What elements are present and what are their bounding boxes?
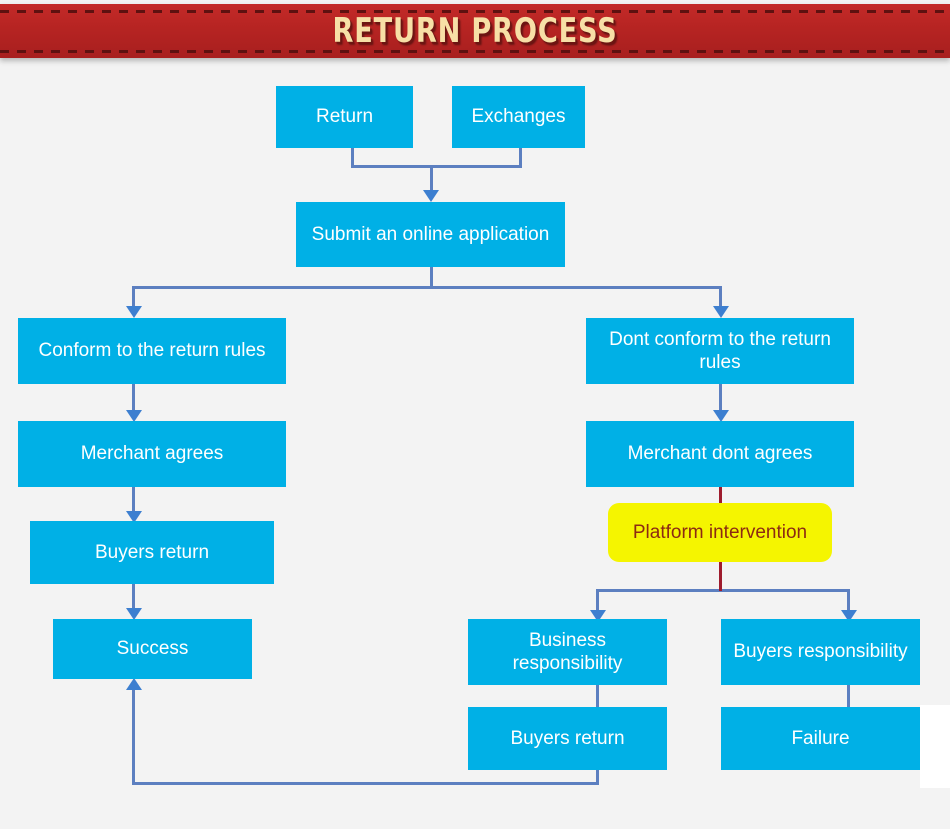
connector-split-bar [132,286,722,289]
flowchart-page: RETURN PROCESS Return Exchanges Submit a… [0,0,950,829]
node-conform-to-return-rules[interactable]: Conform to the return rules [18,318,286,384]
connector-merge-bar-top [351,165,522,168]
node-exchanges-label: Exchanges [471,106,566,128]
node-conform-label: Conform to the return rules [38,340,266,362]
node-buyers-responsibility-label: Buyers responsibility [733,641,908,663]
node-success-label: Success [116,638,189,660]
arrow-feedback-to-success [126,678,142,690]
node-platform-intervention[interactable]: Platform intervention [608,503,832,562]
white-overlay-artifact [920,705,950,788]
node-buyers-return-left-label: Buyers return [94,541,210,563]
node-business-responsibility[interactable]: Business responsibility [468,619,667,685]
node-dont-conform-to-return-rules[interactable]: Dont conform to the return rules [586,318,854,384]
node-merchant-dont-agrees-label: Merchant dont agrees [627,443,813,465]
node-submit-application-label: Submit an online application [311,223,550,245]
connector-merge-to-submit [430,165,433,193]
node-platform-intervention-label: Platform intervention [632,521,808,543]
connector-feedback-up [132,690,135,784]
connector-buyersresp-to-failure [847,685,850,707]
node-exchanges[interactable]: Exchanges [452,86,585,148]
connector-business-to-buyersreturn [596,685,599,707]
node-return-label: Return [315,106,374,128]
node-failure[interactable]: Failure [721,707,920,770]
page-title: RETURN PROCESS [332,11,618,51]
connector-platform-split-bar [596,589,850,592]
node-return[interactable]: Return [276,86,413,148]
node-submit-application[interactable]: Submit an online application [296,202,565,267]
node-buyers-return-bottom[interactable]: Buyers return [468,707,667,770]
node-merchant-agrees-label: Merchant agrees [80,443,224,465]
arrow-to-submit [423,190,439,202]
arrow-to-conform [126,306,142,318]
node-dont-conform-label: Dont conform to the return rules [609,328,831,373]
node-buyers-return-bottom-label: Buyers return [510,727,625,749]
node-business-responsibility-label: Business responsibility [512,629,623,674]
node-buyers-responsibility[interactable]: Buyers responsibility [721,619,920,685]
arrow-to-dont-conform [713,306,729,318]
node-merchant-agrees[interactable]: Merchant agrees [18,421,286,487]
header-banner: RETURN PROCESS [0,4,950,58]
node-success[interactable]: Success [53,619,252,679]
node-merchant-dont-agrees[interactable]: Merchant dont agrees [586,421,854,487]
node-buyers-return-left[interactable]: Buyers return [30,521,274,584]
node-failure-label: Failure [791,727,850,749]
connector-feedback-bar [132,782,599,785]
